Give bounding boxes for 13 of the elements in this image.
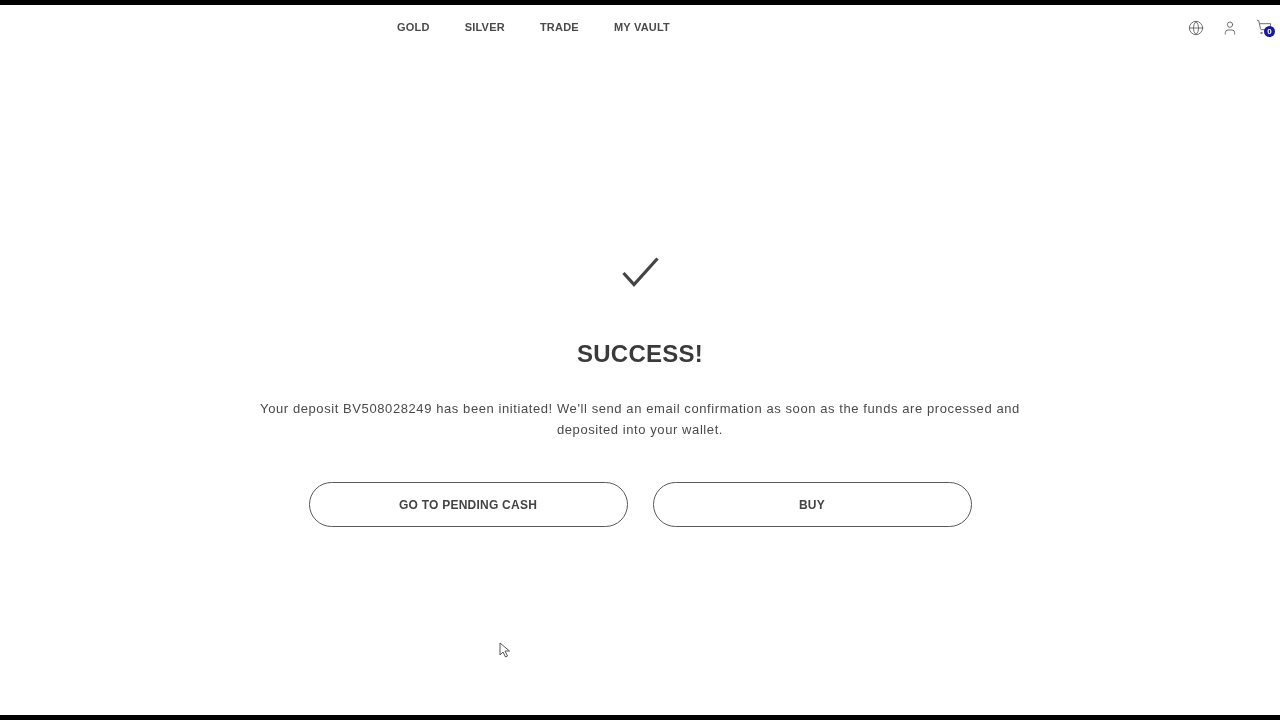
nav-link[interactable]: SILVER	[464, 19, 505, 36]
nav-link[interactable]: TRADE	[539, 19, 579, 36]
mouse-cursor-icon	[499, 642, 511, 658]
cart-count-badge: 0	[1264, 25, 1275, 37]
globe-icon[interactable]	[1188, 19, 1204, 36]
checkmark-icon	[621, 257, 659, 287]
success-title: SUCCESS!	[577, 340, 703, 368]
nav-link[interactable]: GOLD	[397, 19, 430, 36]
nav-link[interactable]: MY VAULT	[613, 19, 671, 36]
user-icon[interactable]	[1222, 19, 1238, 36]
confirmation-message: Your deposit BV508028249 has been initiated! We'll send an email confirmation as soon as the funds are processed and deposited into your wallet.	[259, 400, 1021, 439]
action-button[interactable]: GO TO PENDING CASH	[308, 482, 628, 527]
action-button[interactable]: BUY	[652, 482, 972, 527]
